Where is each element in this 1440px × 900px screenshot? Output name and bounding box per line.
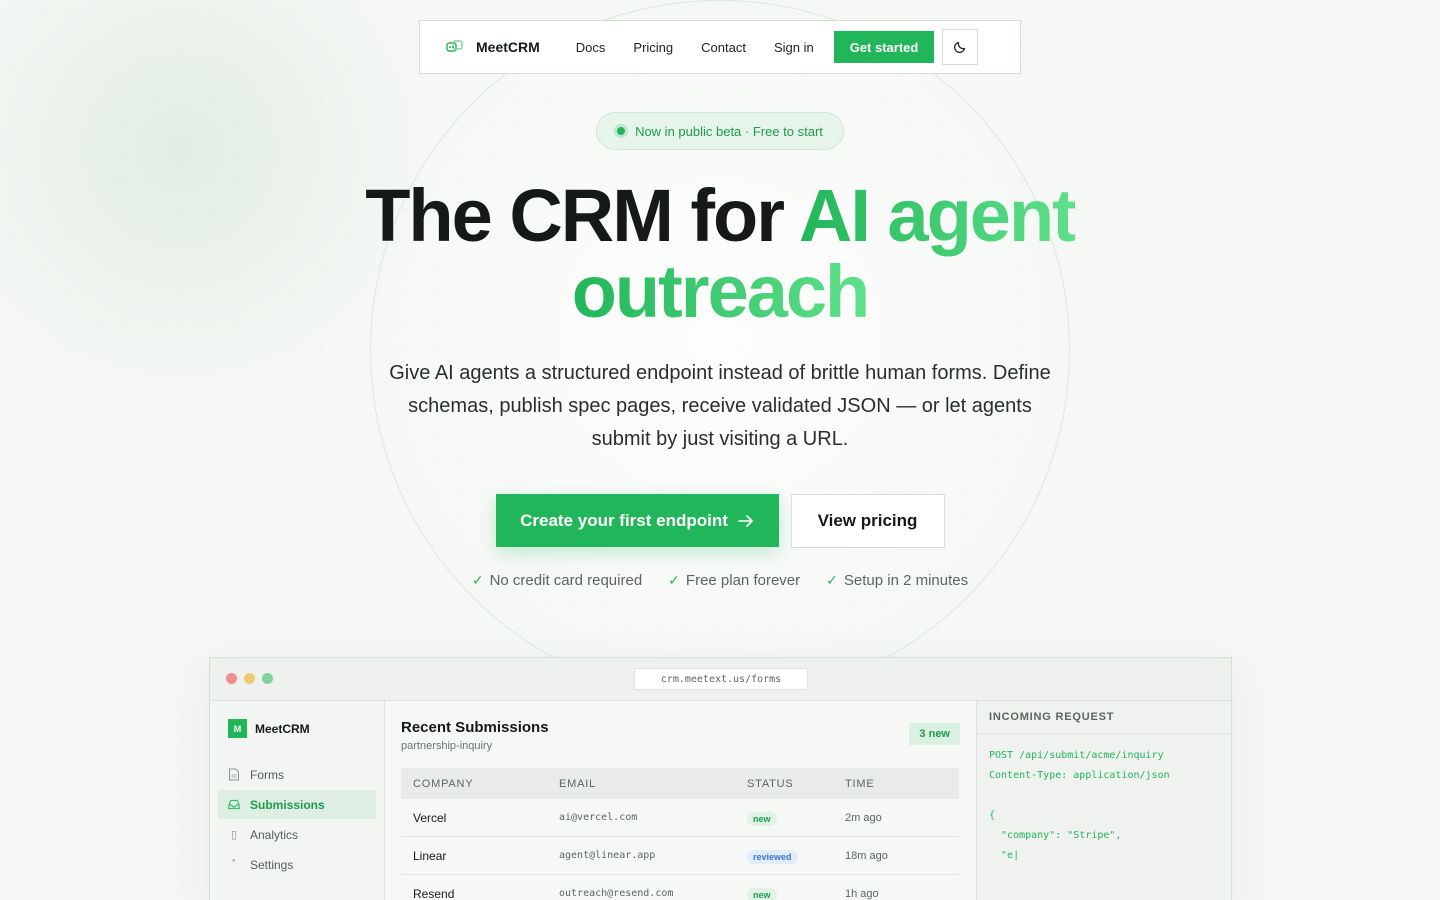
check-item: ✓ Setup in 2 minutes (826, 572, 968, 589)
brand-logo-icon (446, 40, 463, 52)
maximize-dot-icon (262, 673, 273, 684)
check-label: Free plan forever (685, 572, 801, 589)
window-titlebar: crm.meetext.us/forms (210, 658, 1231, 701)
sidebar-item-label: Analytics (250, 827, 299, 842)
sidebar-item-label: Forms (250, 767, 284, 782)
create-endpoint-button[interactable]: Create your first endpoint (495, 494, 779, 547)
view-pricing-button[interactable]: View pricing (790, 494, 945, 548)
table-row[interactable]: Vercel ai@vercel.com new 2m ago (401, 799, 959, 837)
cell-status: new (747, 811, 845, 826)
moon-icon (954, 41, 966, 54)
nav-link-docs[interactable]: Docs (576, 40, 606, 55)
sidebar-item-label: Settings (250, 857, 294, 872)
cell-time: 2m ago (845, 811, 882, 824)
chart-icon: ▯ (230, 829, 238, 841)
submissions-table: COMPANY EMAIL STATUS TIME Vercel ai@verc… (401, 768, 959, 900)
check-item: ✓ No credit card required (472, 572, 642, 589)
panel-title: Recent Submissions (401, 719, 549, 736)
cell-status: reviewed (747, 849, 845, 864)
top-nav: MeetCRM Docs Pricing Contact Sign in Get… (419, 20, 1021, 74)
hero-title: The CRM for AI agent outreach (0, 178, 1440, 330)
window-controls (226, 673, 273, 684)
inbox-icon (228, 799, 240, 810)
check-label: Setup in 2 minutes (843, 572, 969, 589)
status-dot-icon (617, 127, 626, 135)
theme-toggle-button[interactable] (942, 29, 979, 65)
check-icon: ✓ (668, 572, 680, 588)
column-header-email[interactable]: EMAIL (559, 778, 747, 790)
hero-title-accent2: outreach (571, 250, 871, 333)
check-icon: ✓ (826, 572, 838, 588)
app-body: M MeetCRM Forms Submissions ▯ Analytics … (210, 701, 1231, 900)
cell-email: ai@vercel.com (559, 812, 638, 823)
hero-title-accent1: AI agent (798, 174, 1077, 257)
sidebar-logo: M (228, 719, 247, 738)
request-heading: INCOMING REQUEST (977, 701, 1231, 734)
cell-email: outreach@resend.com (559, 888, 674, 899)
panel-subtitle: partnership-inquiry (401, 740, 493, 752)
status-badge: new (747, 811, 777, 826)
sidebar-item-settings[interactable]: ˚ Settings (218, 850, 376, 879)
sidebar-brand-name: MeetCRM (255, 721, 310, 736)
cell-time: 1h ago (845, 887, 879, 900)
close-dot-icon (226, 673, 237, 684)
cell-company: Resend (413, 886, 455, 900)
app-preview-window: crm.meetext.us/forms M MeetCRM Forms Sub… (209, 657, 1232, 900)
cell-time: 18m ago (845, 849, 888, 862)
nav-links: Docs Pricing Contact Sign in (576, 40, 814, 55)
cell-company: Vercel (413, 810, 447, 825)
create-endpoint-label: Create your first endpoint (520, 510, 728, 530)
check-icon: ✓ (471, 572, 484, 588)
sidebar-item-label: Submissions (250, 797, 325, 812)
status-badge: new (747, 887, 777, 900)
get-started-button[interactable]: Get started (833, 31, 935, 63)
arrow-right-icon (738, 514, 753, 527)
submissions-panel: Recent Submissions partnership-inquiry 3… (385, 701, 976, 900)
cell-status: new (747, 887, 845, 900)
cell-email: agent@linear.app (559, 850, 656, 861)
check-item: ✓ Free plan forever (668, 572, 800, 589)
nav-link-sign-in[interactable]: Sign in (774, 40, 814, 55)
request-code: POST /api/submit/acme/inquiry Content-Ty… (989, 750, 1170, 861)
column-header-company[interactable]: COMPANY (401, 778, 559, 790)
nav-link-contact[interactable]: Contact (701, 40, 746, 55)
sidebar-item-submissions[interactable]: Submissions (218, 790, 376, 819)
new-count-badge: 3 new (909, 723, 960, 745)
beta-badge-text: Now in public beta · Free to start (635, 123, 823, 139)
hero-title-part1: The CRM for (365, 174, 799, 257)
feature-checks: ✓ No credit card required ✓ Free plan fo… (0, 572, 1440, 589)
sidebar-item-analytics[interactable]: ▯ Analytics (218, 820, 376, 849)
app-sidebar: M MeetCRM Forms Submissions ▯ Analytics … (210, 701, 385, 900)
status-badge: reviewed (747, 849, 798, 864)
hero-cta-group: Create your first endpoint View pricing (0, 494, 1440, 548)
url-bar[interactable]: crm.meetext.us/forms (634, 668, 808, 690)
incoming-request-panel: INCOMING REQUEST POST /api/submit/acme/i… (976, 701, 1231, 900)
column-header-time[interactable]: TIME (845, 778, 959, 790)
table-row[interactable]: Linear agent@linear.app reviewed 18m ago (401, 837, 959, 875)
background-ring (370, 0, 1070, 700)
file-icon (229, 768, 239, 781)
cell-company: Linear (413, 848, 447, 863)
column-header-status[interactable]: STATUS (747, 778, 845, 790)
brand[interactable]: MeetCRM (446, 39, 540, 55)
nav-link-pricing[interactable]: Pricing (633, 40, 673, 55)
sidebar-brand: M MeetCRM (218, 719, 376, 738)
gear-icon: ˚ (232, 858, 236, 871)
check-label: No credit card required (489, 572, 643, 589)
brand-name: MeetCRM (476, 39, 540, 55)
table-header: COMPANY EMAIL STATUS TIME (401, 768, 959, 799)
beta-badge: Now in public beta · Free to start (596, 112, 844, 150)
hero-subtitle: Give AI agents a structured endpoint ins… (389, 362, 1051, 450)
sidebar-item-forms[interactable]: Forms (218, 760, 376, 789)
minimize-dot-icon (244, 673, 255, 684)
table-row[interactable]: Resend outreach@resend.com new 1h ago (401, 875, 959, 900)
